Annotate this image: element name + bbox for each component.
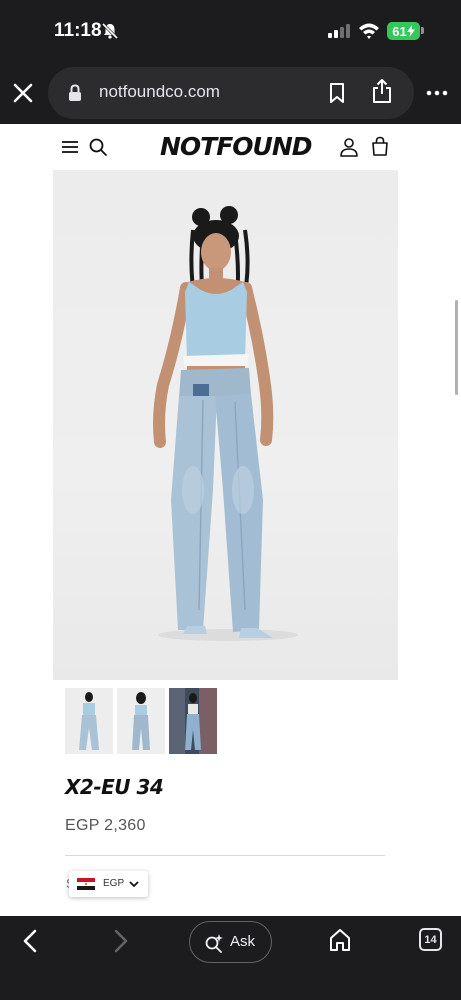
forward-arrow-icon[interactable]: [111, 928, 131, 954]
hamburger-menu-icon[interactable]: [61, 139, 79, 155]
cellular-signal-icon: [328, 24, 350, 38]
home-icon[interactable]: [329, 928, 351, 952]
egypt-flag-icon: [77, 878, 95, 890]
product-main-image[interactable]: [53, 170, 398, 680]
product-price: EGP 2,360: [65, 817, 146, 834]
status-time: 11:18: [54, 20, 102, 41]
browser-address-bar: notfoundco.com: [0, 62, 461, 124]
url-text: notfoundco.com: [99, 82, 220, 101]
ask-label: Ask: [230, 933, 256, 950]
site-header: NOTFOUND: [0, 124, 461, 170]
thumbnail-back-view: [117, 688, 165, 754]
account-icon[interactable]: [339, 137, 359, 157]
chevron-down-icon: [129, 881, 139, 888]
url-field[interactable]: notfoundco.com: [48, 67, 414, 119]
page-scrollbar[interactable]: [455, 300, 458, 395]
ask-button[interactable]: Ask: [189, 921, 272, 963]
battery-level: 61: [392, 23, 407, 39]
status-bar: 11:18 61: [0, 0, 461, 62]
product-thumbnail-3[interactable]: [169, 688, 217, 754]
search-icon[interactable]: [88, 137, 108, 157]
browser-bottom-toolbar: Ask 14: [0, 916, 461, 1000]
shopping-bag-icon[interactable]: [371, 136, 389, 156]
product-thumbnail-2[interactable]: [117, 688, 165, 754]
thumbnail-front-view: [65, 688, 113, 754]
battery-cap: [421, 27, 424, 34]
product-thumbnail-strip: [65, 688, 225, 760]
currency-selector[interactable]: EGP: [69, 871, 148, 897]
product-title: X2-EU 34: [65, 775, 164, 799]
more-icon[interactable]: [425, 85, 449, 101]
section-divider: [65, 855, 385, 856]
product-photo-model-in-jeans: [153, 206, 298, 641]
close-icon[interactable]: [10, 80, 36, 106]
product-thumbnail-1[interactable]: [65, 688, 113, 754]
battery-charging-icon: [406, 25, 415, 37]
brand-logo[interactable]: NOTFOUND: [160, 130, 313, 164]
lock-icon: [69, 84, 81, 101]
thumbnail-street-view: [169, 688, 217, 754]
share-icon[interactable]: [371, 78, 393, 104]
tabs-icon[interactable]: 14: [419, 928, 442, 951]
bookmark-icon[interactable]: [327, 82, 347, 104]
back-arrow-icon[interactable]: [20, 928, 40, 954]
tabs-count: 14: [424, 933, 437, 946]
wifi-icon: [359, 23, 379, 39]
sparkle-search-icon: [205, 934, 223, 953]
currency-code: EGP: [103, 878, 125, 889]
battery-indicator: 61: [387, 22, 420, 40]
bell-slash-icon: [101, 22, 119, 40]
